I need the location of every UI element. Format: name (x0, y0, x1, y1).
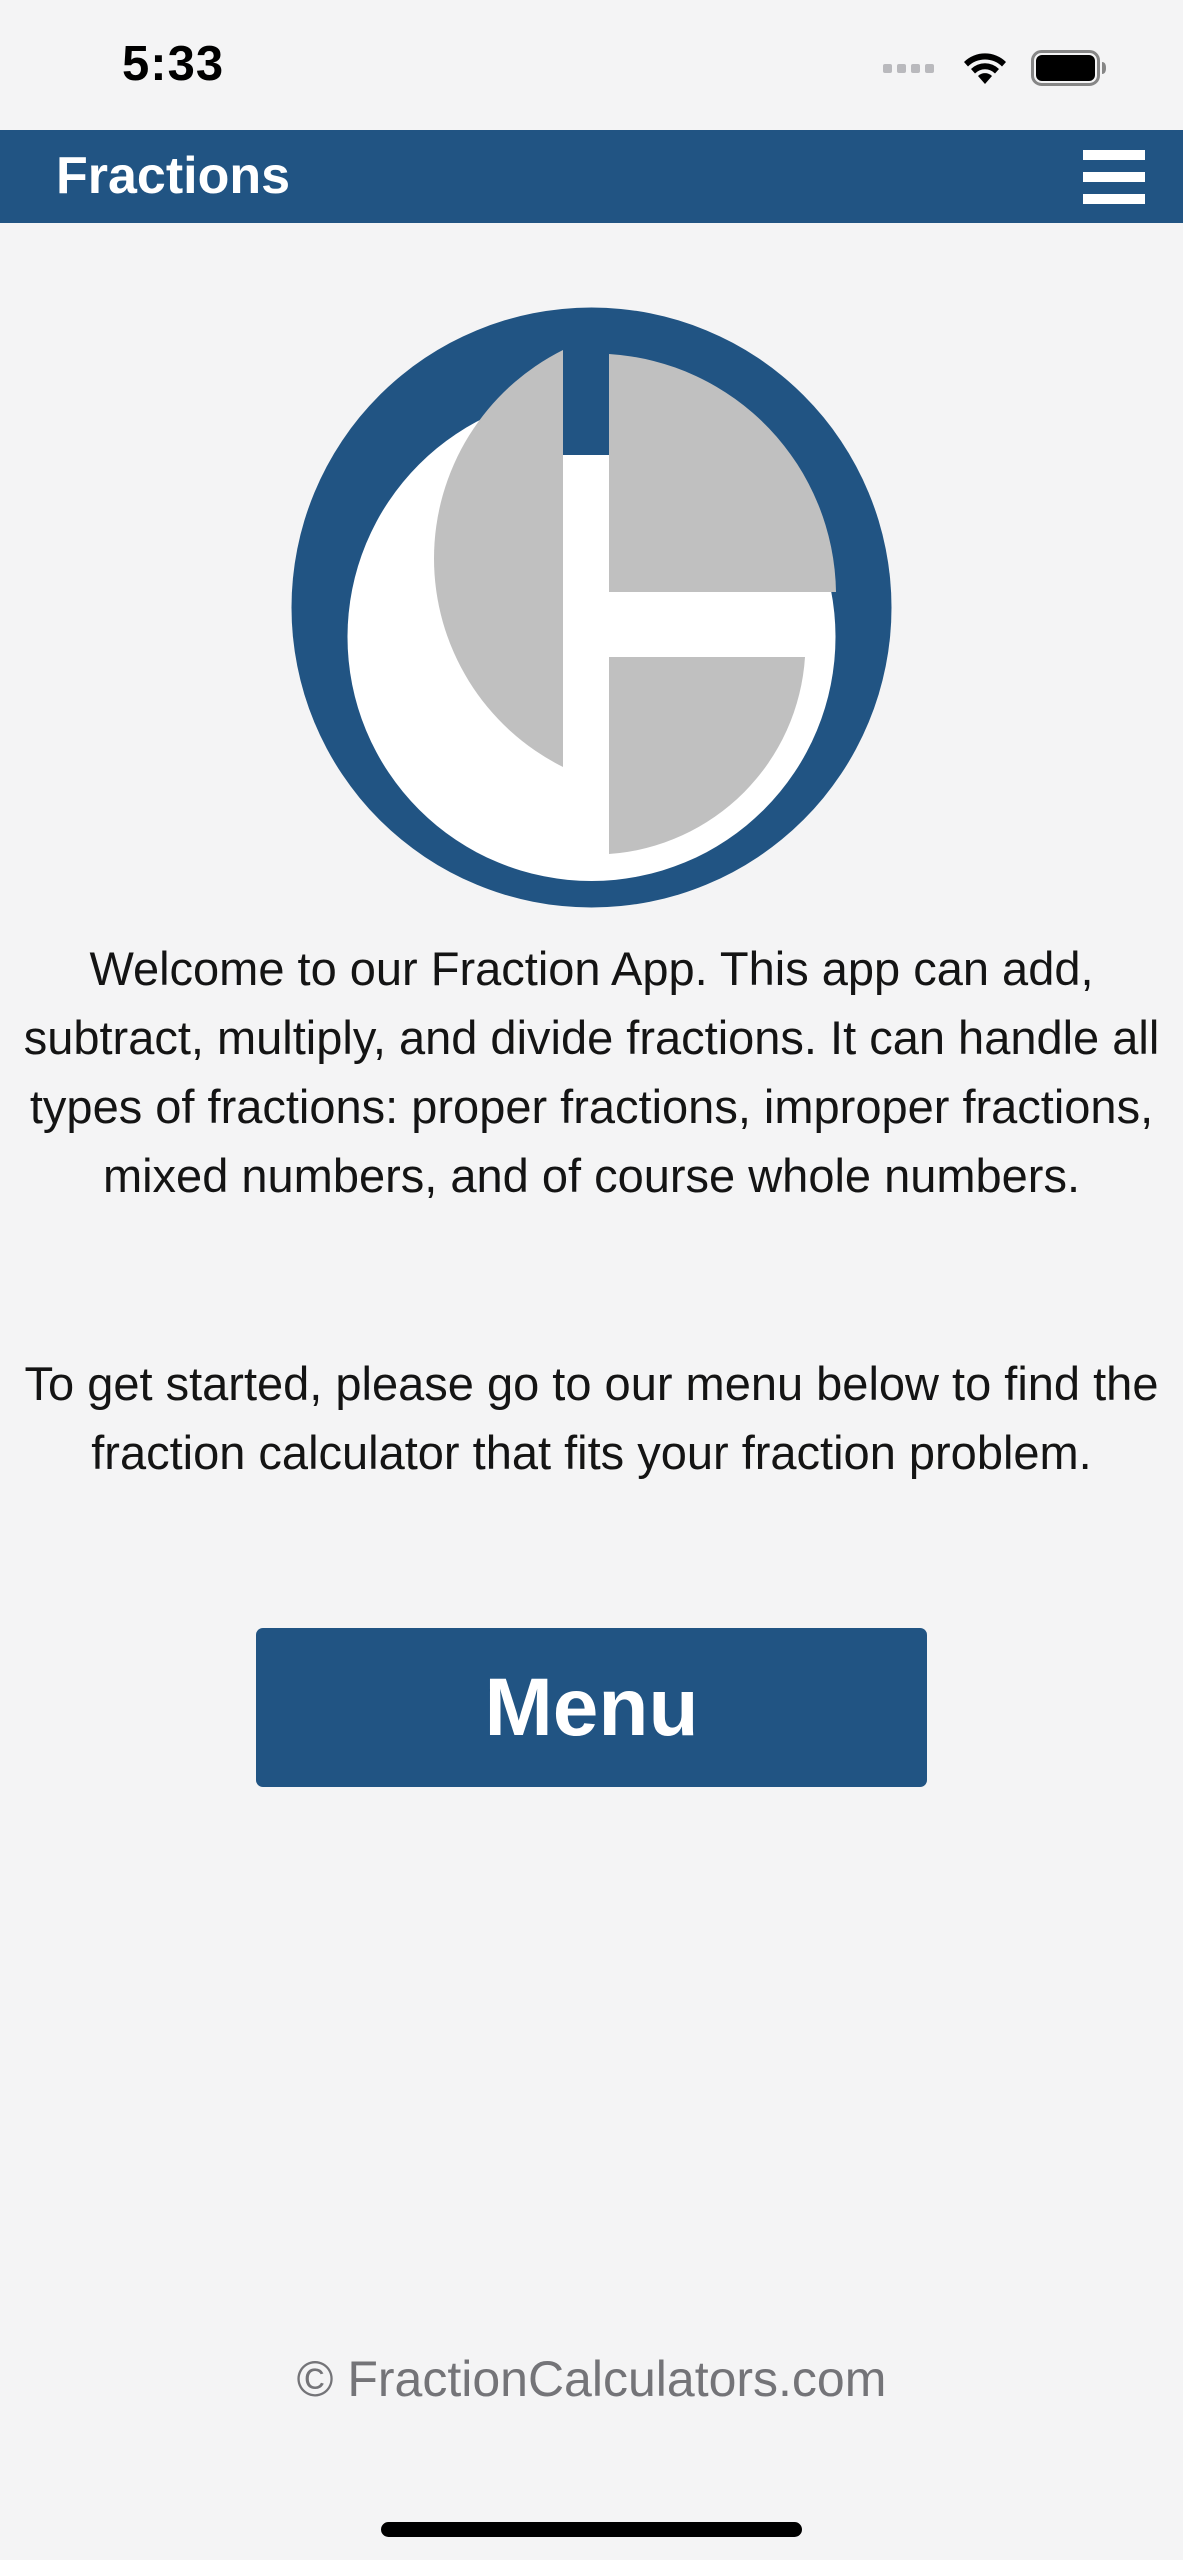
status-time: 5:33 (122, 37, 225, 91)
status-icons (883, 44, 1107, 92)
getting-started-text: To get started, please go to our menu be… (24, 1357, 1159, 1479)
battery-icon (1031, 50, 1106, 86)
fraction-pie-logo (291, 307, 892, 908)
welcome-text: Welcome to our Fraction App. This app ca… (23, 942, 1160, 1202)
menu-button[interactable]: Menu (256, 1628, 927, 1787)
home-indicator[interactable] (381, 2522, 802, 2537)
hamburger-menu-icon[interactable] (1083, 150, 1145, 204)
cellular-signal-icon (883, 63, 939, 73)
app-header: Fractions (0, 130, 1183, 223)
app-title: Fractions (56, 147, 291, 205)
wifi-icon (964, 53, 1006, 84)
status-bar: 5:33 (0, 0, 1183, 130)
footer-copyright: © FractionCalculators.com (296, 2351, 887, 2407)
